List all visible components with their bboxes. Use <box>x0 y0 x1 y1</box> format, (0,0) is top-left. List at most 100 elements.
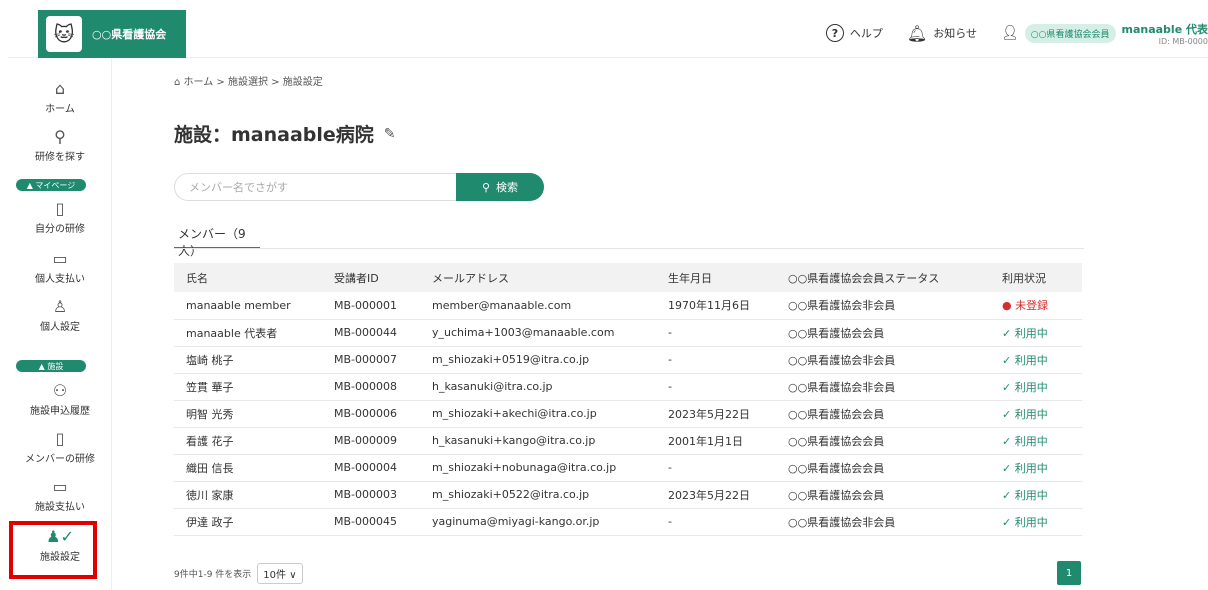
table-cell: MB-000007 <box>334 353 397 366</box>
table-row[interactable]: 徳川 家康 MB-000003 m_shiozaki+0522@itra.co.jp… <box>174 481 1082 508</box>
table-cell: ○○県看護協会非会員 <box>788 299 896 313</box>
table-cell: MB-000001 <box>334 298 397 312</box>
bookmark-icon: ▯ <box>55 429 65 448</box>
table-row[interactable]: 伊達 政子 MB-000045 yaginuma@miyagi-kango.or.j… <box>174 508 1082 535</box>
table-row[interactable]: manaable member MB-000001 member@manaable.… <box>174 292 1082 319</box>
breadcrumb-text[interactable]: ホーム > 施設選択 > 施設設定 <box>184 77 323 88</box>
table-cell[interactable]: 織田 信長 <box>174 454 322 481</box>
brand-name: ○○県看護協会 <box>92 28 167 41</box>
notice-link[interactable]: 🔔︎ お知らせ <box>907 24 977 43</box>
table-cell: MB-000008 <box>334 380 397 393</box>
table-cell: 2023年5月22日 <box>668 407 750 421</box>
table-cell: MB-000003 <box>334 488 397 501</box>
facility-section-toggle[interactable]: ▲ 施設 <box>16 360 86 372</box>
table-cell[interactable]: 笠貫 華子 <box>174 373 322 400</box>
sidebar-item-personal-settings[interactable]: ♙ 個人設定 <box>8 298 112 334</box>
sidebar-item-label: 個人設定 <box>40 322 80 333</box>
member-badge: ○○県看護協会会員 <box>1024 23 1116 43</box>
table-cell: 2001年1月1日 <box>668 434 743 448</box>
table-cell: ✓ 利用中 <box>1002 380 1048 394</box>
table-row[interactable]: 塩崎 桃子 MB-000007 m_shiozaki+0519@itra.co.jp… <box>174 346 1082 373</box>
table-row[interactable]: 明智 光秀 MB-000006 m_shiozaki+akechi@itra.co.… <box>174 400 1082 427</box>
table-cell: - <box>668 515 672 528</box>
column-header[interactable]: 受講者ID <box>322 263 420 292</box>
table-cell[interactable]: 伊達 政子 <box>174 508 322 535</box>
table-cell[interactable]: manaable member <box>174 292 322 319</box>
table-cell: MB-000009 <box>334 434 397 447</box>
result-count: 9件中1-9 件を表示 <box>174 570 252 580</box>
bell-icon: 🔔︎ <box>906 23 928 43</box>
table-row[interactable]: manaable 代表者 MB-000044 y_uchima+1003@manaa… <box>174 319 1082 346</box>
table-cell[interactable]: 徳川 家康 <box>174 481 322 508</box>
table-cell[interactable]: 明智 光秀 <box>174 400 322 427</box>
table-cell: m_shiozaki+nobunaga@itra.co.jp <box>432 461 617 474</box>
sidebar-item-find-training[interactable]: ⚲ 研修を探す <box>8 128 112 164</box>
search-input[interactable] <box>174 173 456 201</box>
table-cell: ○○県看護協会会員 <box>788 434 885 448</box>
tab-members[interactable]: メンバー（9人） <box>174 225 260 258</box>
home-icon: ⌂ <box>174 77 184 88</box>
table-cell: ✓ 利用中 <box>1002 434 1048 448</box>
group-icon: ⚇ <box>52 381 68 400</box>
table-row[interactable]: 織田 信長 MB-000004 m_shiozaki+nobunaga@itra.c… <box>174 454 1082 481</box>
sidebar-item-label: 施設申込履歴 <box>30 406 90 417</box>
table-cell: ✓ 利用中 <box>1002 488 1048 502</box>
help-link[interactable]: ? ヘルプ <box>825 24 883 42</box>
table-cell: h_kasanuki+kango@itra.co.jp <box>432 434 596 447</box>
members-table: 氏名 受講者ID メールアドレス 生年月日 ○○県看護協会会員ステータス 利用状… <box>174 263 1082 536</box>
table-cell: MB-000044 <box>334 326 397 339</box>
table-cell: ○○県看護協会会員 <box>788 461 885 475</box>
table-cell: ○○県看護協会会員 <box>788 407 885 421</box>
mypage-section-toggle[interactable]: ▲ マイページ <box>16 179 86 191</box>
table-cell[interactable]: 塩崎 桃子 <box>174 346 322 373</box>
table-row[interactable]: 看護 花子 MB-000009 h_kasanuki+kango@itra.co.j… <box>174 427 1082 454</box>
page-button[interactable]: 1 <box>1057 561 1081 585</box>
sidebar-item-member-training[interactable]: ▯ メンバーの研修 <box>8 429 112 466</box>
table-cell: ✓ 利用中 <box>1002 353 1048 367</box>
table-cell: ○○県看護協会会員 <box>788 326 885 340</box>
search-button-label: 検索 <box>496 181 519 194</box>
credit-card-icon: ▭ <box>52 249 68 268</box>
table-cell: m_shiozaki+akechi@itra.co.jp <box>432 407 597 420</box>
search-button[interactable]: ⚲ 検索 <box>456 173 544 201</box>
column-header[interactable]: 氏名 <box>174 263 322 292</box>
table-cell: ○○県看護協会会員 <box>788 488 885 502</box>
logo-icon: 🐱 <box>46 16 82 52</box>
sidebar-item-facility-payment[interactable]: ▭ 施設支払い <box>8 478 112 514</box>
sidebar-item-facility-history[interactable]: ⚇ 施設申込履歴 <box>8 381 112 418</box>
brand[interactable]: 🐱 ○○県看護協会 <box>38 10 186 58</box>
user-menu[interactable]: 👤︎ ○○県看護協会会員 manaable 代表 ID: MB-0000 <box>1001 21 1208 46</box>
breadcrumb: ⌂ ホーム > 施設選択 > 施設設定 <box>174 73 323 88</box>
table-cell: MB-000045 <box>334 515 397 528</box>
home-icon: ⌂ <box>54 79 66 98</box>
table-cell: - <box>668 380 672 393</box>
table-row[interactable]: 笠貫 華子 MB-000008 h_kasanuki@itra.co.jp - ○○県看… <box>174 373 1082 400</box>
table-cell: - <box>668 353 672 366</box>
page-title: 施設：manaable病院 ✎ <box>174 120 396 147</box>
highlight-box <box>9 521 97 579</box>
column-header[interactable]: ○○県看護協会会員ステータス <box>776 263 990 292</box>
pagination-info: 9件中1-9 件を表示 10件 ∨ <box>174 563 303 584</box>
table-cell: y_uchima+1003@manaable.com <box>432 326 615 339</box>
table-header-row: 氏名 受講者ID メールアドレス 生年月日 ○○県看護協会会員ステータス 利用状… <box>174 263 1082 292</box>
search-icon: ⚲ <box>481 180 491 194</box>
column-header[interactable]: 利用状況 <box>990 263 1082 292</box>
tab-divider <box>174 248 1084 249</box>
frame-top <box>0 0 1208 8</box>
page-title-text: 施設：manaable病院 <box>174 124 374 146</box>
sidebar-item-my-training[interactable]: ▯ 自分の研修 <box>8 200 112 236</box>
app-header: 🐱 ○○県看護協会 ? ヘルプ 🔔︎ お知らせ 👤︎ ○○県看護協会会員 man… <box>8 8 1208 58</box>
table-cell: - <box>668 461 672 474</box>
column-header[interactable]: 生年月日 <box>656 263 776 292</box>
table-cell: ✓ 利用中 <box>1002 461 1048 475</box>
pencil-icon[interactable]: ✎ <box>384 126 396 142</box>
table-cell: MB-000006 <box>334 407 397 420</box>
user-id: ID: MB-0000 <box>1158 36 1208 46</box>
table-cell[interactable]: manaable 代表者 <box>174 319 322 346</box>
table-cell[interactable]: 看護 花子 <box>174 427 322 454</box>
notice-label: お知らせ <box>933 27 977 40</box>
sidebar-item-personal-payment[interactable]: ▭ 個人支払い <box>8 249 112 286</box>
sidebar-item-home[interactable]: ⌂ ホーム <box>8 79 112 116</box>
per-page-select[interactable]: 10件 ∨ <box>257 563 303 584</box>
column-header[interactable]: メールアドレス <box>420 263 656 292</box>
